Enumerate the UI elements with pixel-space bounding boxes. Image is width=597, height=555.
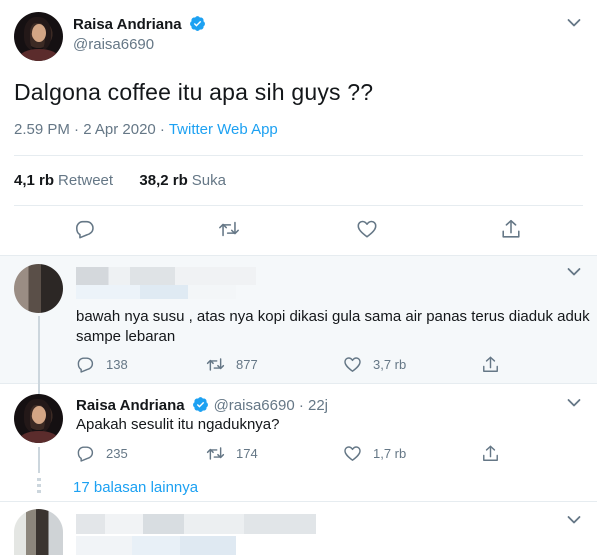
tweet-stats: 4,1 rb Retweet 38,2 rb Suka [14,172,226,189]
like-icon [344,357,361,372]
chevron-down-icon[interactable] [567,398,581,408]
author-line[interactable]: Raisa Andriana [73,15,206,34]
retweet-button[interactable] [218,218,240,240]
reply-icon [77,446,94,462]
like-icon [357,220,377,238]
thread-line [38,316,40,390]
handle[interactable]: @raisa6690 [73,36,154,53]
like-count: 3,7 rb [373,357,407,372]
reply-text: bawah nya susu , atas nya kopi dikasi gu… [76,308,590,345]
retweet-count: 174 [236,446,258,461]
retweet-button[interactable]: 877 [206,355,258,374]
tweet-meta: 2.59 PM · 2 Apr 2020 · Twitter Web App [14,121,278,138]
blurred-handle [76,536,236,555]
divider [0,501,597,502]
blurred-name [76,267,256,285]
like-button[interactable]: 1,7 rb [343,444,406,463]
thread-dots [37,478,41,496]
divider [14,205,583,206]
avatar[interactable] [14,509,63,555]
share-button[interactable] [481,444,511,463]
tweet-app-link[interactable]: Twitter Web App [169,121,278,138]
reply-count: 138 [106,357,128,372]
share-icon [502,219,520,238]
more-replies-link[interactable]: 17 balasan lainnya [73,479,198,496]
chevron-down-icon[interactable] [567,18,581,28]
reply-text: Apakah sesulit itu ngaduknya? [76,416,280,433]
tweet-time[interactable]: 2.59 PM · 2 Apr 2020 · [14,121,169,138]
like-stat[interactable]: 38,2 rb Suka [139,172,226,189]
share-button[interactable] [481,355,511,374]
reply-count: 235 [106,446,128,461]
tweet-text: Dalgona coffee itu apa sih guys ?? [14,79,374,105]
avatar[interactable] [14,394,63,443]
share-button[interactable] [500,218,522,240]
avatar[interactable] [14,12,63,61]
share-icon [483,356,498,372]
like-icon [344,446,361,461]
blurred-handle [76,285,236,299]
like-count: 1,7 rb [373,446,407,461]
blurred-name [76,514,316,534]
retweet-icon [219,221,239,237]
display-name[interactable]: Raisa Andriana [73,16,182,33]
reply-button[interactable]: 235 [76,444,128,463]
main-tweet: Raisa Andriana @raisa6690 Dalgona coffee… [0,0,597,256]
retweet-button[interactable]: 174 [206,444,258,463]
retweet-icon [206,447,225,460]
like-button[interactable] [356,218,378,240]
reply-icon [75,220,94,239]
chevron-down-icon[interactable] [567,515,581,525]
like-button[interactable]: 3,7 rb [343,355,406,374]
reply-button[interactable] [74,218,96,240]
author-line[interactable]: Raisa Andriana @raisa6690 · 22j [76,396,328,415]
verified-badge-icon [190,16,206,31]
avatar[interactable] [14,264,63,313]
thread-line [38,447,40,473]
retweet-stat[interactable]: 4,1 rb Retweet [14,172,113,189]
thread-line [38,384,40,394]
divider [14,155,583,156]
display-name[interactable]: Raisa Andriana [76,397,185,414]
verified-badge-icon [193,397,209,412]
share-icon [483,445,498,461]
reply-button[interactable]: 138 [76,355,128,374]
retweet-count: 877 [236,357,258,372]
handle[interactable]: @raisa6690 · 22j [214,397,328,414]
retweet-icon [206,358,225,371]
reply-icon [77,357,94,373]
chevron-down-icon[interactable] [567,267,581,277]
